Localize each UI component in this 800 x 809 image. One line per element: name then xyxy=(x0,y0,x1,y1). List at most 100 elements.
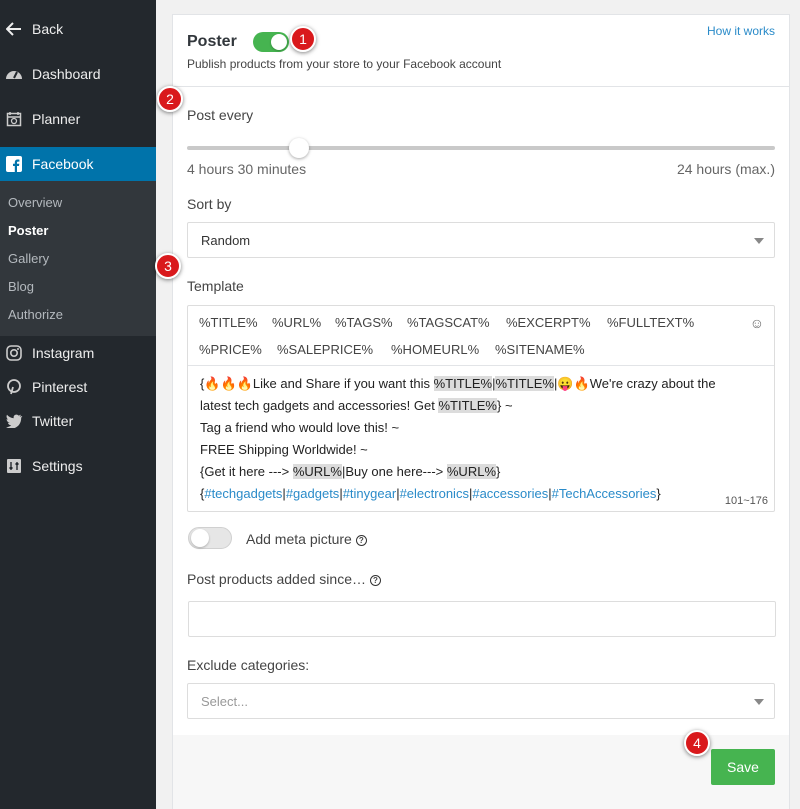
calendar-icon xyxy=(5,110,23,128)
annotation-badge-4: 4 xyxy=(684,730,710,756)
meta-picture-toggle[interactable] xyxy=(188,527,232,549)
sidebar-item-pinterest[interactable]: Pinterest xyxy=(0,370,156,404)
tag-sitename[interactable]: %SITENAME% xyxy=(495,342,585,357)
emoji-icons: 😛🔥 xyxy=(557,376,590,391)
page-subtitle: Publish products from your store to your… xyxy=(187,57,502,71)
exclude-categories-select[interactable]: Select... xyxy=(187,683,775,719)
template-line-5: {Get it here ---> %URL%|Buy one here--->… xyxy=(200,464,500,479)
post-every-slider-thumb[interactable] xyxy=(288,138,309,158)
exclude-categories-placeholder: Select... xyxy=(201,694,248,709)
template-line-4: FREE Shipping Worldwide! ~ xyxy=(200,442,368,457)
hashtag: #TechAccessories xyxy=(551,486,657,501)
meta-picture-label: Add meta picture? xyxy=(246,531,367,547)
sidebar-item-label: Settings xyxy=(32,458,83,474)
sidebar-item-label: Facebook xyxy=(32,156,94,172)
toggle-knob xyxy=(271,34,287,50)
toggle-knob xyxy=(191,529,209,547)
template-label: Template xyxy=(187,278,244,294)
sidebar-item-label: Instagram xyxy=(32,345,95,361)
settings-icon xyxy=(5,457,23,475)
template-line-6: {#techgadgets|#gadgets|#tinygear|#electr… xyxy=(200,486,661,501)
post-since-text: Post products added since… xyxy=(187,571,366,587)
template-tag: %URL% xyxy=(446,464,496,479)
chevron-down-icon xyxy=(754,699,764,705)
template-editor[interactable]: %TITLE% %URL% %TAGS% %TAGSCAT% %EXCERPT%… xyxy=(187,305,775,512)
submenu-blog[interactable]: Blog xyxy=(8,279,34,294)
tag-title[interactable]: %TITLE% xyxy=(199,315,258,330)
instagram-icon xyxy=(5,344,23,362)
template-line-3: Tag a friend who would love this! ~ xyxy=(200,420,400,435)
hashtag: #techgadgets xyxy=(204,486,283,501)
template-tag: %URL% xyxy=(292,464,342,479)
template-text: |Buy one here---> xyxy=(341,464,447,479)
template-text: } xyxy=(496,464,501,479)
template-char-counter: 101~176 xyxy=(724,495,768,507)
sidebar-item-instagram[interactable]: Instagram xyxy=(0,336,156,370)
post-since-input[interactable] xyxy=(188,601,776,637)
annotation-badge-2: 2 xyxy=(157,86,183,112)
tag-saleprice[interactable]: %SALEPRICE% xyxy=(277,342,373,357)
page-title: Poster xyxy=(187,33,237,50)
template-tag: %TITLE% xyxy=(495,376,554,391)
template-text: Like and Share if you want this xyxy=(252,376,434,391)
sidebar-item-planner[interactable]: Planner xyxy=(0,102,156,136)
tag-excerpt[interactable]: %EXCERPT% xyxy=(506,315,591,330)
help-icon[interactable]: ? xyxy=(355,535,367,546)
help-icon[interactable]: ? xyxy=(370,575,381,586)
sidebar-item-facebook[interactable]: Facebook xyxy=(0,147,156,181)
post-every-slider-track[interactable] xyxy=(187,146,775,150)
tag-homeurl[interactable]: %HOMEURL% xyxy=(391,342,479,357)
tag-price[interactable]: %PRICE% xyxy=(199,342,262,357)
post-every-value: 4 hours 30 minutes xyxy=(187,161,307,177)
annotation-badge-1: 1 xyxy=(290,26,316,52)
submenu-authorize[interactable]: Authorize xyxy=(8,307,63,322)
sidebar-item-label: Twitter xyxy=(32,413,74,429)
exclude-categories-label: Exclude categories: xyxy=(187,657,310,673)
submenu-gallery[interactable]: Gallery xyxy=(8,251,49,266)
hashtag: #tinygear xyxy=(342,486,397,501)
sidebar-item-settings[interactable]: Settings xyxy=(0,449,156,483)
sidebar-item-dashboard[interactable]: Dashboard xyxy=(0,57,156,91)
back-link[interactable]: Back xyxy=(0,12,156,46)
emoji-picker-icon[interactable]: ☺ xyxy=(750,315,764,331)
template-tag: %TITLE% xyxy=(438,398,497,413)
submenu-poster[interactable]: Poster xyxy=(8,223,48,238)
how-it-works-link[interactable]: How it works xyxy=(707,24,775,38)
sort-by-select[interactable]: Random xyxy=(187,222,775,258)
tag-tags[interactable]: %TAGS% xyxy=(335,315,393,330)
arrow-left-icon xyxy=(5,20,23,38)
meta-picture-text: Add meta picture xyxy=(246,531,352,547)
sort-by-value: Random xyxy=(201,233,251,248)
dashboard-icon xyxy=(5,65,23,83)
pinterest-icon xyxy=(5,378,23,396)
template-text: latest tech gadgets and accessories! Get xyxy=(200,398,439,413)
sidebar-item-label: Planner xyxy=(32,111,81,127)
sidebar-item-label: Pinterest xyxy=(32,379,88,395)
sort-by-label: Sort by xyxy=(187,196,232,212)
annotation-badge-3: 3 xyxy=(155,253,181,279)
post-since-label: Post products added since…? xyxy=(187,571,381,587)
hashtag: #accessories xyxy=(472,486,549,501)
chevron-down-icon xyxy=(754,238,764,244)
poster-header: Poster Publish products from your store … xyxy=(173,15,789,87)
admin-sidebar: Back Dashboard Planner Facebook Overview… xyxy=(0,0,156,809)
post-every-label: Post every xyxy=(187,107,254,123)
template-line-1: {🔥🔥🔥Like and Share if you want this %TIT… xyxy=(200,376,716,391)
tag-fulltext[interactable]: %FULLTEXT% xyxy=(607,315,694,330)
submenu-overview[interactable]: Overview xyxy=(8,195,62,210)
poster-enable-toggle[interactable] xyxy=(253,32,289,52)
tag-url[interactable]: %URL% xyxy=(272,315,321,330)
post-every-max: 24 hours (max.) xyxy=(676,161,775,177)
template-tag: %TITLE% xyxy=(433,376,493,391)
sidebar-item-twitter[interactable]: Twitter xyxy=(0,404,156,438)
template-tags-bar: %TITLE% %URL% %TAGS% %TAGSCAT% %EXCERPT%… xyxy=(188,306,774,366)
save-button[interactable]: Save xyxy=(711,749,775,785)
hashtag: #gadgets xyxy=(285,486,340,501)
facebook-icon xyxy=(5,155,23,173)
tag-tagscat[interactable]: %TAGSCAT% xyxy=(407,315,490,330)
template-line-2: latest tech gadgets and accessories! Get… xyxy=(200,398,513,413)
back-label: Back xyxy=(32,21,64,37)
template-text: } ~ xyxy=(496,398,513,413)
twitter-icon xyxy=(5,412,23,430)
poster-settings-panel: Poster Publish products from your store … xyxy=(172,14,790,809)
